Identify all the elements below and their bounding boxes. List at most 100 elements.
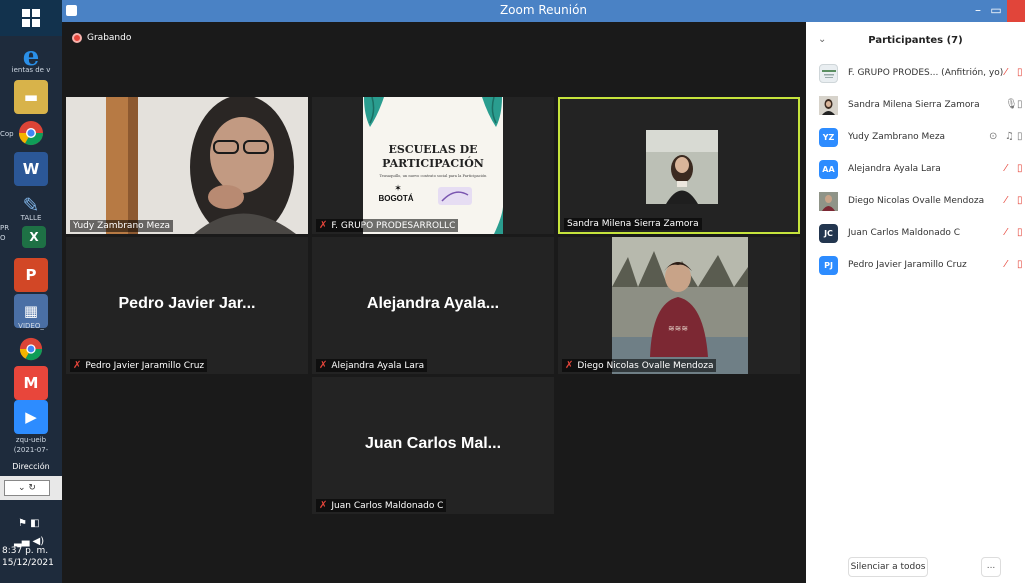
slide-caption: Teusaquillo, un nuevo contrato social pa… bbox=[380, 174, 488, 178]
avatar: PJ bbox=[819, 256, 838, 275]
mute-all-button[interactable]: Silenciar a todos bbox=[848, 557, 928, 577]
participant-row[interactable]: YZ Yudy Zambrano Meza ⊙ ♫ ▯ bbox=[806, 123, 1025, 153]
clock-time: 8:37 p. m. bbox=[2, 546, 49, 556]
participant-row[interactable]: JC Juan Carlos Maldonado C ⁄ ▯ bbox=[806, 219, 1025, 249]
video-tile-host-shared[interactable]: ESCUELAS DE PARTICIPACIÓN Teusaquillo, u… bbox=[312, 97, 554, 234]
tile-name-label: Yudy Zambrano Meza bbox=[70, 220, 174, 232]
share-screen-icon[interactable]: ⊙ bbox=[989, 131, 997, 142]
video-tile-diego[interactable]: ≋≋≋ ✗ Diego Nicolas Ovalle Mendoza bbox=[558, 237, 800, 374]
taskbar-label: ientas de v bbox=[11, 66, 51, 74]
svg-text:≋≋≋: ≋≋≋ bbox=[668, 324, 688, 333]
mic-muted-icon[interactable]: ⁄ bbox=[1005, 67, 1007, 78]
tile-name-label: ✗ F. GRUPO PRODESARROLLC bbox=[316, 219, 459, 232]
participant-row[interactable]: PJ Pedro Javier Jaramillo Cruz ⁄ ▯ bbox=[806, 251, 1025, 281]
more-options-button[interactable]: ... bbox=[981, 557, 1001, 577]
video-tile-sandra[interactable]: Sandra Milena Sierra Zamora bbox=[558, 97, 800, 234]
mic-muted-icon[interactable]: ⁄ bbox=[1005, 195, 1007, 206]
participant-row[interactable]: Diego Nicolas Ovalle Mendoza ⁄ ▯ bbox=[806, 187, 1025, 217]
participant-display-name: Pedro Javier Jar... bbox=[118, 295, 256, 312]
tile-name-label: Sandra Milena Sierra Zamora bbox=[564, 218, 702, 230]
participant-video bbox=[66, 97, 308, 234]
windows-taskbar: e ientas de v ▬ Cop W ✎ TALLE PR X O P ▦… bbox=[0, 0, 62, 583]
participant-display-name: Juan Carlos Mal... bbox=[364, 435, 502, 452]
tray-icons[interactable]: ⚑ ◧ bbox=[18, 518, 40, 529]
participant-video bbox=[560, 99, 798, 232]
mic-muted-icon: ✗ bbox=[73, 360, 82, 371]
video-tile-pedro[interactable]: Pedro Javier Jar... ✗ Pedro Javier Jarami… bbox=[66, 237, 308, 374]
taskbar-label: Cop bbox=[0, 130, 14, 138]
tile-name-label: ✗ Pedro Javier Jaramillo Cruz bbox=[70, 359, 208, 372]
mic-muted-icon: ✗ bbox=[319, 360, 328, 371]
avatar: JC bbox=[819, 224, 838, 243]
avatar bbox=[819, 64, 838, 83]
close-button[interactable] bbox=[1007, 0, 1025, 22]
window-title: Zoom Reunión bbox=[499, 3, 588, 17]
avatar bbox=[819, 192, 838, 211]
participant-video: ≋≋≋ bbox=[558, 237, 800, 374]
avatar bbox=[819, 96, 838, 115]
clock-date: 15/12/2021 bbox=[2, 558, 54, 568]
bogota-star-icon: ✶ bbox=[394, 184, 402, 194]
video-icon[interactable]: ▯ bbox=[1017, 131, 1023, 142]
video-tile-yudy[interactable]: Yudy Zambrano Meza bbox=[66, 97, 308, 234]
taskbar-label: VIDEO_ bbox=[18, 322, 44, 330]
taskbar-label: TALLE bbox=[20, 214, 42, 222]
video-off-icon[interactable]: ▯ bbox=[1017, 259, 1023, 270]
participant-row[interactable]: F. GRUPO PRODES... (Anfitrión, yo) ⁄ ▯ bbox=[806, 59, 1025, 89]
recording-dot-icon bbox=[72, 33, 82, 43]
tile-name-label: ✗ Diego Nicolas Ovalle Mendoza bbox=[562, 359, 717, 372]
zoom-title-bar: Zoom Reunión – ▭ bbox=[62, 0, 1025, 22]
shared-slide: ESCUELAS DE PARTICIPACIÓN Teusaquillo, u… bbox=[312, 97, 554, 234]
video-off-icon[interactable]: ▯ bbox=[1017, 67, 1023, 78]
address-strip: ⌄ ↻ bbox=[0, 476, 62, 500]
recording-label: Grabando bbox=[87, 33, 132, 43]
participant-name: Alejandra Ayala Lara bbox=[848, 164, 941, 174]
minimize-button[interactable]: – bbox=[971, 0, 985, 22]
mcafee-shield-icon[interactable]: M bbox=[14, 366, 48, 400]
tile-name-label: ✗ Juan Carlos Maldonado C bbox=[316, 499, 447, 512]
video-off-icon[interactable]: ▯ bbox=[1017, 227, 1023, 238]
taskbar-label: zqu-ueib bbox=[15, 436, 47, 444]
mic-muted-icon: ✗ bbox=[319, 500, 328, 511]
video-icon[interactable]: ▯ bbox=[1017, 99, 1023, 110]
participant-name: Sandra Milena Sierra Zamora bbox=[848, 100, 980, 110]
word-icon[interactable]: W bbox=[14, 152, 48, 186]
mic-active-icon[interactable]: ♫ bbox=[1005, 131, 1014, 142]
zoom-app-icon[interactable]: ▶ bbox=[14, 400, 48, 434]
participants-header: ⌄ Participantes (7) bbox=[806, 22, 1025, 60]
video-tile-alejandra[interactable]: Alejandra Ayala... ✗ Alejandra Ayala Lara bbox=[312, 237, 554, 374]
taskbar-label: O bbox=[0, 234, 6, 242]
video-off-icon[interactable]: ▯ bbox=[1017, 195, 1023, 206]
mic-muted-icon[interactable]: ⁄ bbox=[1005, 259, 1007, 270]
participants-footer: Silenciar a todos ... bbox=[806, 553, 1025, 583]
windows-start-button[interactable] bbox=[0, 0, 62, 36]
participant-display-name: Alejandra Ayala... bbox=[366, 295, 500, 312]
slide-title-line2: PARTICIPACIÓN bbox=[382, 156, 484, 170]
participant-name: F. GRUPO PRODES... (Anfitrión, yo) bbox=[848, 68, 1004, 78]
mic-active-icon[interactable]: 🎙︎ bbox=[1005, 99, 1018, 110]
powerpoint-icon[interactable]: P bbox=[14, 258, 48, 292]
mic-muted-icon: ✗ bbox=[319, 220, 328, 231]
participant-name: Pedro Javier Jaramillo Cruz bbox=[848, 260, 967, 270]
mic-muted-icon: ✗ bbox=[565, 360, 574, 371]
mic-muted-icon[interactable]: ⁄ bbox=[1005, 163, 1007, 174]
participant-row[interactable]: Sandra Milena Sierra Zamora 🎙︎ ▯ bbox=[806, 91, 1025, 121]
avatar: AA bbox=[819, 160, 838, 179]
video-off-icon[interactable]: ▯ bbox=[1017, 163, 1023, 174]
windows-logo-icon bbox=[22, 9, 40, 27]
video-tile-juan-carlos[interactable]: Juan Carlos Mal... ✗ Juan Carlos Maldonad… bbox=[312, 377, 554, 514]
taskbar-label: (2021-07- bbox=[13, 446, 49, 454]
participant-name: Juan Carlos Maldonado C bbox=[848, 228, 961, 238]
avatar: YZ bbox=[819, 128, 838, 147]
recording-indicator[interactable]: Grabando bbox=[72, 33, 131, 43]
folder-icon[interactable]: ▬ bbox=[14, 80, 48, 114]
chrome-icon[interactable] bbox=[14, 332, 48, 366]
system-clock[interactable]: 8:37 p. m. 15/12/2021 bbox=[0, 539, 62, 583]
address-dropdown[interactable]: ⌄ ↻ bbox=[4, 480, 50, 496]
slide-title-line1: ESCUELAS DE bbox=[388, 143, 477, 156]
participant-row[interactable]: AA Alejandra Ayala Lara ⁄ ▯ bbox=[806, 155, 1025, 185]
mic-muted-icon[interactable]: ⁄ bbox=[1005, 227, 1007, 238]
slide-logo-text: BOGOTÁ bbox=[378, 194, 413, 203]
participant-name: Yudy Zambrano Meza bbox=[848, 132, 946, 142]
maximize-button[interactable]: ▭ bbox=[989, 0, 1003, 22]
